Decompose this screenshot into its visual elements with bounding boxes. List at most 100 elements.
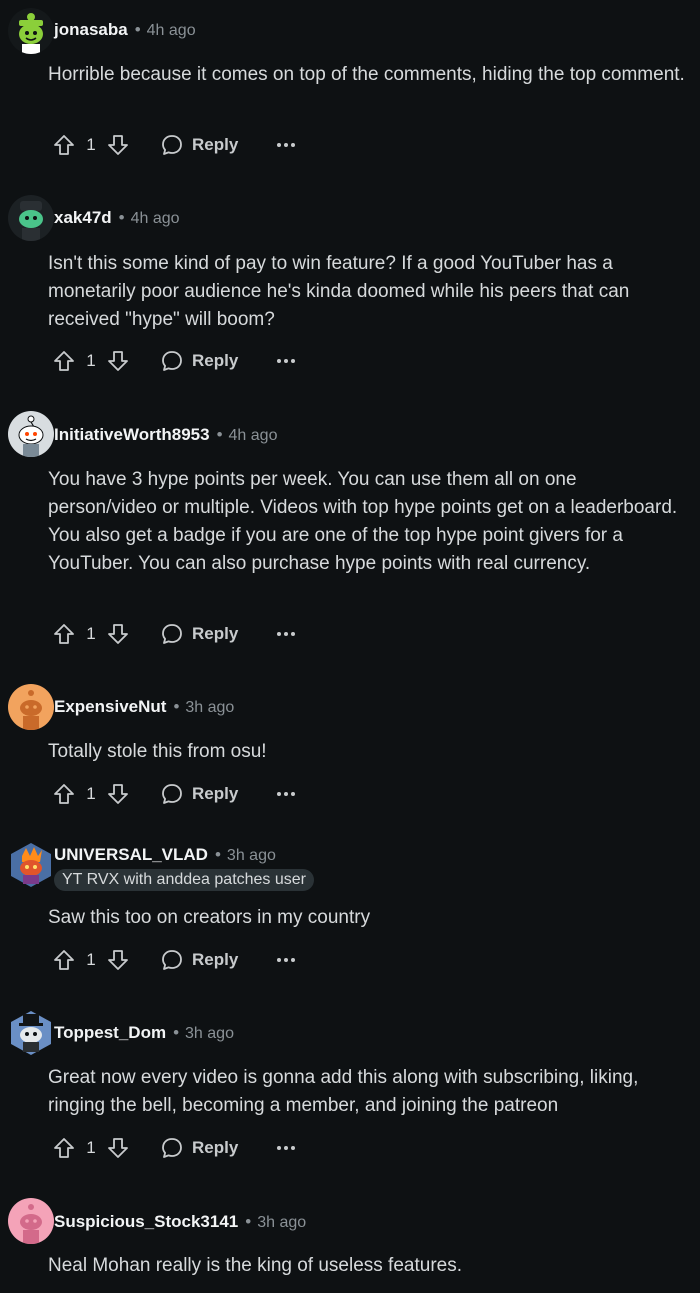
separator-dot: • xyxy=(173,1023,180,1042)
username[interactable]: InitiativeWorth8953 xyxy=(54,425,210,444)
timestamp: 4h ago xyxy=(146,22,196,39)
snoo-avatar-icon xyxy=(8,8,54,54)
comment-body: Totally stole this from osu! xyxy=(48,741,267,762)
reply-label: Reply xyxy=(192,784,239,803)
speech-bubble-icon xyxy=(162,351,182,371)
avatar[interactable] xyxy=(8,1198,54,1244)
vote-count: 1 xyxy=(86,1138,96,1157)
upvote-arrow-icon xyxy=(54,624,74,644)
reply-label: Reply xyxy=(192,624,239,643)
ellipsis-icon xyxy=(277,958,296,962)
ellipsis-icon xyxy=(277,359,296,363)
reply-button[interactable]: Reply xyxy=(160,778,238,810)
upvote-button[interactable] xyxy=(48,618,80,650)
comment-actions: 1 Reply xyxy=(48,778,296,810)
more-options-button[interactable] xyxy=(276,944,296,976)
reply-button[interactable]: Reply xyxy=(160,944,238,976)
upvote-button[interactable] xyxy=(48,129,80,161)
separator-dot: • xyxy=(216,425,223,444)
comment-meta: xak47d • 4h ago xyxy=(54,208,180,229)
more-options-button[interactable] xyxy=(276,618,296,650)
vote-count: 1 xyxy=(86,950,96,969)
downvote-arrow-icon xyxy=(108,784,128,804)
comment-meta: UNIVERSAL_VLAD • 3h ago xyxy=(54,845,276,866)
username[interactable]: Toppest_Dom xyxy=(54,1023,166,1042)
upvote-button[interactable] xyxy=(48,944,80,976)
ellipsis-icon xyxy=(277,632,296,636)
username[interactable]: Suspicious_Stock3141 xyxy=(54,1212,238,1231)
upvote-arrow-icon xyxy=(54,1138,74,1158)
ellipsis-icon xyxy=(277,792,296,796)
avatar[interactable] xyxy=(8,8,54,54)
snoo-avatar-icon xyxy=(8,1198,54,1244)
reply-label: Reply xyxy=(192,950,239,969)
avatar[interactable] xyxy=(8,195,54,241)
more-options-button[interactable] xyxy=(276,1132,296,1164)
snoo-avatar-icon xyxy=(8,684,54,730)
comment-body: You have 3 hype points per week. You can… xyxy=(48,469,678,574)
username[interactable]: xak47d xyxy=(54,208,112,227)
downvote-button[interactable] xyxy=(102,778,134,810)
speech-bubble-icon xyxy=(162,135,182,155)
comment-meta: Suspicious_Stock3141 • 3h ago xyxy=(54,1212,306,1233)
downvote-button[interactable] xyxy=(102,345,134,377)
timestamp: 3h ago xyxy=(185,1025,234,1042)
downvote-button[interactable] xyxy=(102,944,134,976)
vote-count: 1 xyxy=(86,135,96,154)
snoo-avatar-icon xyxy=(8,411,54,457)
downvote-arrow-icon xyxy=(108,135,128,155)
comment-actions: 1 Reply xyxy=(48,1132,296,1164)
upvote-arrow-icon xyxy=(54,950,74,970)
more-options-button[interactable] xyxy=(276,778,296,810)
downvote-button[interactable] xyxy=(102,129,134,161)
reply-label: Reply xyxy=(192,351,239,370)
separator-dot: • xyxy=(134,20,141,39)
more-options-button[interactable] xyxy=(276,345,296,377)
comment-meta: Toppest_Dom • 3h ago xyxy=(54,1023,234,1044)
upvote-arrow-icon xyxy=(54,135,74,155)
username[interactable]: jonasaba xyxy=(54,20,128,39)
vote-count: 1 xyxy=(86,784,96,803)
ellipsis-icon xyxy=(277,1146,296,1150)
reply-button[interactable]: Reply xyxy=(160,1132,238,1164)
reply-button[interactable]: Reply xyxy=(160,345,238,377)
timestamp: 4h ago xyxy=(130,210,180,227)
upvote-button[interactable] xyxy=(48,345,80,377)
reply-button[interactable]: Reply xyxy=(160,129,238,161)
comment-meta: jonasaba • 4h ago xyxy=(54,20,196,41)
nft-avatar-icon xyxy=(11,843,51,887)
timestamp: 4h ago xyxy=(228,427,278,444)
comment-meta: ExpensiveNut • 3h ago xyxy=(54,697,234,718)
comment-body: Horrible because it comes on top of the … xyxy=(48,64,685,85)
comment-actions: 1 Reply xyxy=(48,618,296,650)
separator-dot: • xyxy=(118,208,125,227)
speech-bubble-icon xyxy=(162,784,182,804)
comment-body: Saw this too on creators in my country xyxy=(48,907,371,928)
speech-bubble-icon xyxy=(162,950,182,970)
nft-avatar-icon xyxy=(11,1011,51,1055)
reply-label: Reply xyxy=(192,135,239,154)
upvote-button[interactable] xyxy=(48,778,80,810)
avatar[interactable] xyxy=(8,684,54,730)
avatar[interactable] xyxy=(8,1010,54,1056)
reply-button[interactable]: Reply xyxy=(160,618,238,650)
separator-dot: • xyxy=(173,697,180,716)
comment-meta: InitiativeWorth8953 • 4h ago xyxy=(54,425,277,446)
user-flair: YT RVX with anddea patches user xyxy=(54,869,314,891)
comment-body: Great now every video is gonna add this … xyxy=(48,1067,639,1116)
username[interactable]: ExpensiveNut xyxy=(54,697,166,716)
comment-actions: 1 Reply xyxy=(48,129,296,161)
snoo-avatar-icon xyxy=(8,195,54,241)
timestamp: 3h ago xyxy=(257,1214,307,1231)
username[interactable]: UNIVERSAL_VLAD xyxy=(54,845,208,864)
comment-body: Neal Mohan really is the king of useless… xyxy=(48,1255,462,1276)
avatar[interactable] xyxy=(8,411,54,457)
more-options-button[interactable] xyxy=(276,129,296,161)
downvote-button[interactable] xyxy=(102,618,134,650)
downvote-button[interactable] xyxy=(102,1132,134,1164)
avatar[interactable] xyxy=(8,842,54,888)
upvote-button[interactable] xyxy=(48,1132,80,1164)
downvote-arrow-icon xyxy=(108,624,128,644)
vote-count: 1 xyxy=(86,351,96,370)
timestamp: 3h ago xyxy=(226,847,276,864)
